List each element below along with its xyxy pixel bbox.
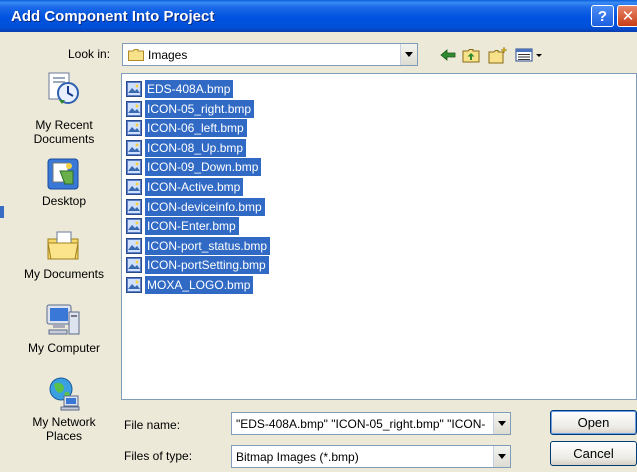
file-name: EDS-408A.bmp	[145, 80, 234, 98]
file-item[interactable]: ICON-08_Up.bmp	[126, 138, 247, 157]
chevron-down-icon[interactable]	[493, 446, 510, 467]
file-name: MOXA_LOGO.bmp	[145, 276, 254, 294]
desktop-icon	[47, 158, 79, 190]
chevron-down-icon[interactable]	[493, 413, 510, 434]
file-name: ICON-09_Down.bmp	[145, 158, 262, 177]
bitmap-file-icon	[126, 179, 142, 195]
place-label-recent: My Recent Documents	[17, 118, 111, 146]
file-item[interactable]: MOXA_LOGO.bmp	[126, 276, 254, 294]
bitmap-file-icon	[126, 237, 142, 254]
file-item[interactable]: ICON-deviceinfo.bmp	[126, 197, 265, 216]
file-item[interactable]: ICON-Active.bmp	[126, 178, 244, 196]
file-item[interactable]: ICON-09_Down.bmp	[126, 158, 262, 177]
view-menu-button[interactable]	[514, 46, 544, 64]
chevron-down-icon[interactable]	[400, 44, 417, 65]
file-item[interactable]: ICON-06_left.bmp	[126, 119, 247, 138]
folder-icon	[128, 48, 144, 61]
file-item[interactable]: ICON-05_right.bmp	[126, 99, 255, 118]
file-item[interactable]: ICON-portSetting.bmp	[126, 256, 269, 275]
place-label-line: Places	[45, 429, 83, 443]
files-of-type-label: Files of type:	[124, 449, 193, 463]
back-button[interactable]	[438, 46, 458, 64]
place-my-network-places[interactable]: My Network Places	[17, 376, 111, 450]
new-folder-button[interactable]	[488, 46, 508, 64]
files-of-type-dropdown[interactable]: Bitmap Images (*.bmp)	[231, 445, 511, 468]
my-computer-icon	[46, 304, 80, 335]
place-label-line: My Recent	[35, 118, 93, 132]
look-in-value: Images	[148, 47, 188, 62]
file-name: ICON-Enter.bmp	[145, 217, 239, 236]
file-item[interactable]: EDS-408A.bmp	[126, 80, 234, 98]
file-item[interactable]: ICON-port_status.bmp	[126, 236, 271, 255]
up-folder-button[interactable]	[461, 46, 481, 64]
place-label-my-documents: My Documents	[23, 267, 105, 281]
close-icon: ✕	[621, 8, 635, 25]
file-name: ICON-portSetting.bmp	[145, 256, 269, 275]
bitmap-file-icon	[126, 120, 142, 137]
place-label-line: Documents	[33, 132, 95, 146]
bitmap-file-icon	[126, 257, 142, 274]
files-of-type-value: Bitmap Images (*.bmp)	[236, 449, 359, 464]
file-list[interactable]: EDS-408A.bmp ICON-05_right.bmp ICON-06_lef…	[121, 73, 637, 400]
place-my-documents[interactable]: My Documents	[17, 228, 111, 302]
cancel-button[interactable]: Cancel	[550, 441, 637, 466]
file-name: ICON-Active.bmp	[145, 178, 244, 196]
place-label-desktop: Desktop	[41, 194, 87, 208]
recent-documents-icon	[48, 72, 79, 104]
bitmap-file-icon	[126, 218, 142, 235]
bitmap-file-icon	[126, 277, 142, 293]
new-folder-icon	[488, 46, 508, 64]
place-my-recent-documents[interactable]: My Recent Documents	[17, 70, 111, 146]
network-places-icon	[49, 377, 80, 411]
file-name: ICON-06_left.bmp	[145, 119, 247, 138]
help-button[interactable]: ?	[591, 5, 614, 27]
bitmap-file-icon	[126, 100, 142, 117]
my-documents-icon	[47, 231, 79, 260]
look-in-dropdown[interactable]: Images	[122, 43, 418, 66]
view-list-icon	[515, 48, 542, 62]
place-label-network: My Network Places	[17, 415, 111, 443]
place-label-line: My Network	[32, 415, 96, 429]
bitmap-file-icon	[126, 139, 142, 156]
help-icon: ?	[597, 7, 608, 25]
open-button[interactable]: Open	[550, 410, 637, 435]
place-label-my-computer: My Computer	[27, 341, 101, 355]
back-arrow-icon	[440, 49, 456, 61]
place-desktop[interactable]: Desktop	[17, 156, 111, 230]
window-title: Add Component Into Project	[11, 8, 215, 25]
place-my-computer[interactable]: My Computer	[17, 302, 111, 376]
file-name: ICON-05_right.bmp	[145, 99, 255, 118]
bitmap-file-icon	[126, 81, 142, 97]
file-name: ICON-deviceinfo.bmp	[145, 197, 265, 216]
bitmap-file-icon	[126, 198, 142, 215]
bitmap-file-icon	[126, 159, 142, 176]
look-in-label: Look in:	[68, 47, 111, 61]
title-bar: Add Component Into Project ? ✕	[0, 0, 637, 32]
file-name: ICON-port_status.bmp	[145, 236, 271, 255]
window-edge-marker	[0, 206, 4, 218]
file-item[interactable]: ICON-Enter.bmp	[126, 217, 239, 236]
file-name-label: File name:	[124, 418, 181, 432]
close-button[interactable]: ✕	[617, 5, 637, 27]
file-name-value: "EDS-408A.bmp" "ICON-05_right.bmp" "ICON…	[236, 416, 486, 431]
up-folder-icon	[462, 49, 480, 63]
file-name: ICON-08_Up.bmp	[145, 138, 247, 157]
file-name-input[interactable]: "EDS-408A.bmp" "ICON-05_right.bmp" "ICON…	[231, 412, 511, 435]
